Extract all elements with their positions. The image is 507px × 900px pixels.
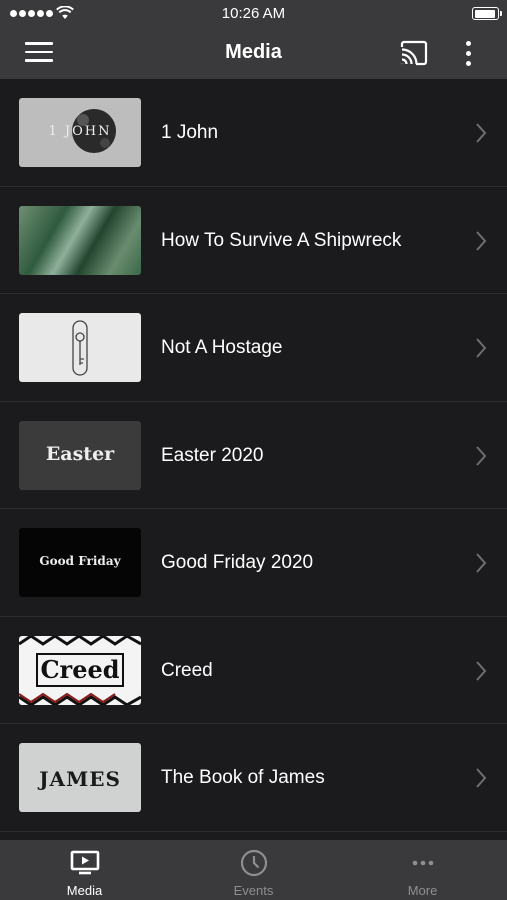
tab-bar: Media Events More xyxy=(0,840,507,900)
thumbnail-label: 1 JOHN xyxy=(48,124,112,139)
series-thumbnail: Easter xyxy=(19,420,141,490)
tv-icon xyxy=(70,850,99,875)
menu-icon[interactable] xyxy=(25,42,53,64)
series-thumbnail: Creed xyxy=(19,635,141,705)
thumbnail-label: JAMES xyxy=(39,767,121,791)
thumbnail-label: Good Friday xyxy=(39,554,121,568)
chevron-right-icon xyxy=(476,553,487,573)
status-bar: 10:26 AM xyxy=(0,0,507,28)
list-item[interactable]: JAMES The Book of James xyxy=(0,724,507,832)
series-thumbnail: 1 JOHN xyxy=(19,98,141,167)
nav-bar: Media xyxy=(0,28,507,79)
series-thumbnail xyxy=(19,205,141,275)
thumbnail-label: Easter xyxy=(45,442,115,465)
clock-icon xyxy=(240,849,267,877)
page-title: Media xyxy=(225,41,282,63)
battery-icon xyxy=(472,7,502,20)
list-item-title: Creed xyxy=(161,659,213,681)
chevron-right-icon xyxy=(476,768,487,788)
series-thumbnail xyxy=(19,313,141,382)
list-item[interactable]: Not A Hostage xyxy=(0,294,507,402)
list-item[interactable]: 1 JOHN 1 John xyxy=(0,79,507,187)
media-list: 1 JOHN 1 John How To Survive A Shipwreck… xyxy=(0,79,507,840)
list-item-title: How To Survive A Shipwreck xyxy=(161,229,402,251)
series-thumbnail: JAMES xyxy=(19,743,141,812)
tab-label: More xyxy=(407,883,438,898)
list-item[interactable]: Easter Easter 2020 xyxy=(0,402,507,509)
tab-label: Events xyxy=(233,883,274,898)
chevron-right-icon xyxy=(476,338,487,358)
list-item-title: Good Friday 2020 xyxy=(161,552,314,573)
list-item[interactable]: Creed Creed xyxy=(0,617,507,724)
list-item-title: Not A Hostage xyxy=(161,337,283,358)
list-item-title: Easter 2020 xyxy=(161,444,264,466)
status-time: 10:26 AM xyxy=(221,5,286,22)
tab-events[interactable]: Events xyxy=(169,840,338,900)
chevron-right-icon xyxy=(476,123,487,143)
list-item[interactable]: Good Friday Good Friday 2020 xyxy=(0,509,507,617)
cast-icon[interactable] xyxy=(399,40,429,66)
tab-media[interactable]: Media xyxy=(0,840,169,900)
chevron-right-icon xyxy=(476,445,487,466)
list-item[interactable]: How To Survive A Shipwreck xyxy=(0,187,507,294)
series-thumbnail: Good Friday xyxy=(19,528,141,597)
more-horizontal-icon xyxy=(412,860,433,866)
chevron-right-icon xyxy=(476,660,487,681)
chevron-right-icon xyxy=(476,230,487,251)
list-item-title: 1 John xyxy=(161,122,219,143)
tab-more[interactable]: More xyxy=(338,840,507,900)
thumbnail-label: Creed xyxy=(40,654,120,684)
tab-label: Media xyxy=(66,883,103,898)
more-options-icon[interactable] xyxy=(458,40,478,68)
list-item-title: The Book of James xyxy=(161,767,325,788)
